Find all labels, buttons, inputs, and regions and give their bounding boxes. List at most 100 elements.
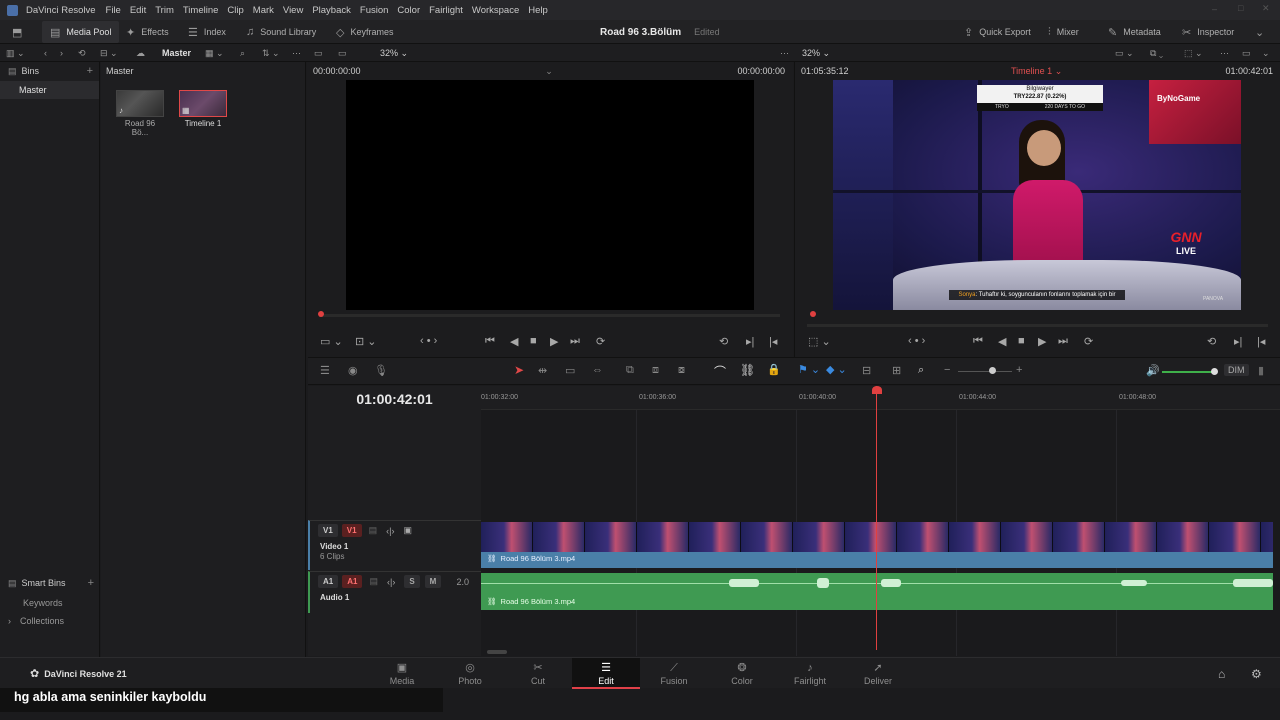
lock-icon[interactable]: 🔒 — [767, 363, 781, 376]
color-icon[interactable]: ◉ — [348, 364, 358, 377]
link-icon[interactable]: ⛓ — [740, 363, 755, 377]
volume-slider[interactable] — [1162, 371, 1214, 373]
horizontal-scrollbar[interactable] — [487, 650, 507, 654]
zoom-custom-icon[interactable]: ⌕ — [918, 364, 924, 377]
page-cut[interactable]: ✂ Cut — [504, 658, 572, 689]
clip-view-icon[interactable]: ⊟ ⌄ — [100, 44, 118, 62]
mute-button[interactable]: M — [424, 575, 442, 588]
program-match-frame-icon[interactable]: ⟲ — [1207, 335, 1216, 348]
smart-bin-collections[interactable]: › Collections — [8, 616, 64, 626]
clip-thumbnail-road96[interactable]: ♪ — [116, 90, 164, 117]
video-clip[interactable]: ⛓ Road 96 Bölüm 3.mp4 — [481, 522, 1273, 568]
enhance-icon[interactable]: ⌄ — [1262, 44, 1270, 62]
timeline-options-icon[interactable]: ☰ — [320, 364, 330, 377]
menu-clip[interactable]: Clip — [227, 5, 243, 16]
fullscreen-icon[interactable]: ▭ — [1242, 44, 1251, 62]
last-frame-icon[interactable]: ⏭ — [570, 335, 580, 348]
back-icon[interactable]: ‹ — [44, 44, 47, 62]
dual-viewer-icon[interactable]: ⧉ ⌄ — [1150, 44, 1163, 62]
pool-breadcrumb[interactable]: Master — [106, 66, 134, 76]
solo-button[interactable]: S — [404, 575, 420, 588]
page-photo[interactable]: ◎ Photo — [436, 658, 504, 689]
audio-clip[interactable]: ⛓ Road 96 Bölüm 3.mp4 — [481, 573, 1273, 610]
first-frame-icon[interactable]: ⏮ — [485, 335, 495, 348]
play-icon[interactable]: ▶ — [550, 335, 558, 348]
panel-layout-icon[interactable]: ▥ ⌄ — [6, 44, 25, 62]
source-video-frame[interactable] — [346, 80, 754, 310]
marker-icon[interactable]: ◆ ⌄ — [826, 363, 847, 376]
add-smart-bin-icon[interactable]: + — [88, 577, 94, 589]
snapping-icon[interactable]: ⌒ — [714, 363, 726, 380]
dim-button[interactable]: DIM — [1224, 364, 1249, 376]
page-deliver[interactable]: ➚ Deliver — [844, 658, 912, 689]
insert-clip-icon[interactable]: ⧉ — [626, 364, 634, 377]
settings-gear-icon[interactable]: ⚙ — [1251, 667, 1262, 681]
page-color[interactable]: ❂ Color — [708, 658, 776, 689]
zoom-detail-icon[interactable]: ⊞ — [892, 364, 901, 377]
mixer-button[interactable]: ⫶ Mixer — [1048, 20, 1079, 44]
media-pool-button[interactable]: ▤ Media Pool — [42, 21, 120, 43]
zoom-slider-knob[interactable] — [989, 367, 996, 374]
page-media[interactable]: ▣ Media — [368, 658, 436, 689]
view-mode-icon[interactable]: ▭ ⌄ — [1115, 44, 1134, 62]
metadata-button[interactable]: ✎ Metadata — [1108, 20, 1161, 44]
zoom-out-icon[interactable]: − — [944, 364, 950, 376]
bin-item-master[interactable]: Master — [0, 81, 99, 99]
menu-help[interactable]: Help — [528, 5, 548, 16]
menu-color[interactable]: Color — [397, 5, 420, 16]
voiceover-icon[interactable]: 🎙 — [374, 364, 388, 377]
track-lock-icon[interactable]: ▤ — [369, 525, 378, 536]
index-button[interactable]: ☰ Index — [188, 20, 226, 44]
audio-source-badge[interactable]: A1 — [318, 575, 339, 588]
selection-tool-icon[interactable]: ➤ — [514, 363, 524, 377]
program-play-icon[interactable]: ▶ — [1038, 335, 1046, 348]
meter-icon[interactable]: ▮ — [1258, 364, 1264, 377]
video-source-badge[interactable]: V1 — [318, 524, 338, 537]
sync-icon[interactable]: ⟲ — [78, 44, 86, 62]
sound-library-button[interactable]: ♫ Sound Library — [246, 20, 316, 44]
match-frame-icon[interactable]: ⟲ — [719, 335, 728, 348]
minimize-icon[interactable]: – — [1212, 4, 1217, 14]
cloud-icon[interactable]: ☁ — [136, 44, 145, 62]
more-icon-2[interactable]: ⋯ — [780, 44, 789, 62]
stop-icon[interactable]: ■ — [530, 335, 537, 347]
program-reverse-icon[interactable]: ◀ — [998, 335, 1006, 348]
program-last-frame-icon[interactable]: ⏭ — [1058, 335, 1068, 348]
menu-view[interactable]: View — [283, 5, 303, 16]
trim-tool-icon[interactable]: ⇹ — [538, 364, 547, 377]
overwrite-clip-icon[interactable]: ⧈ — [652, 364, 659, 377]
options-icon[interactable]: ⋯ — [1220, 44, 1229, 62]
track-visibility-icon[interactable]: ▣ — [403, 525, 412, 536]
home-icon[interactable]: ⌂ — [1218, 667, 1225, 681]
flag-icon[interactable]: ⚑ ⌄ — [798, 363, 820, 376]
source-zoom[interactable]: 32% ⌄ — [380, 44, 408, 62]
audio-lock-icon[interactable]: ▤ — [369, 576, 378, 587]
close-icon[interactable]: ✕ — [1262, 3, 1270, 14]
loop-icon[interactable]: ⟳ — [596, 335, 605, 348]
dynamic-trim-icon[interactable]: ▭ — [565, 364, 575, 377]
video-track-header[interactable]: V1 V1 ▤ ‹|› ▣ Video 1 6 Clips — [308, 520, 481, 570]
transform-icon[interactable]: ⬚ ⌄ — [1184, 44, 1203, 62]
jog-icon[interactable]: ‹ • › — [420, 335, 437, 347]
timeline-canvas[interactable]: 01:00:32:00 01:00:36:00 01:00:40:00 01:0… — [481, 386, 1280, 656]
expand-icon[interactable]: ⌄ — [1255, 20, 1270, 44]
search-icon[interactable]: ⌕ — [240, 44, 245, 62]
menu-file[interactable]: File — [106, 5, 121, 16]
zoom-in-icon[interactable]: + — [1016, 364, 1022, 376]
clip-select-icon[interactable]: ▭ — [338, 44, 347, 62]
forward-icon[interactable]: › — [60, 44, 63, 62]
program-mark-in-icon[interactable]: ▸| — [1234, 335, 1242, 348]
blade-tool-icon[interactable]: ⇔ — [592, 364, 603, 376]
reverse-play-icon[interactable]: ◀ — [510, 335, 518, 348]
source-view-icon[interactable]: ▭ ⌄ — [320, 335, 343, 348]
audio-track-header[interactable]: A1 A1 ▤ ‹|› S M 2.0 Audio 1 — [308, 571, 481, 613]
workspace-switch-icon[interactable]: ⬒ — [12, 20, 28, 44]
speaker-icon[interactable]: 🔊 — [1146, 364, 1160, 377]
program-loop-icon[interactable]: ⟳ — [1084, 335, 1093, 348]
zoom-full-icon[interactable]: ⊟ — [862, 364, 871, 377]
page-edit[interactable]: ☰ Edit — [572, 658, 640, 689]
program-video-frame[interactable]: ByNoGame Bilgiwayer TRY222.87 (0.22%) TR… — [833, 80, 1241, 310]
program-stop-icon[interactable]: ■ — [1018, 335, 1025, 347]
audio-dest-badge[interactable]: A1 — [342, 575, 363, 588]
keyframes-button[interactable]: ◇ Keyframes — [336, 20, 393, 44]
